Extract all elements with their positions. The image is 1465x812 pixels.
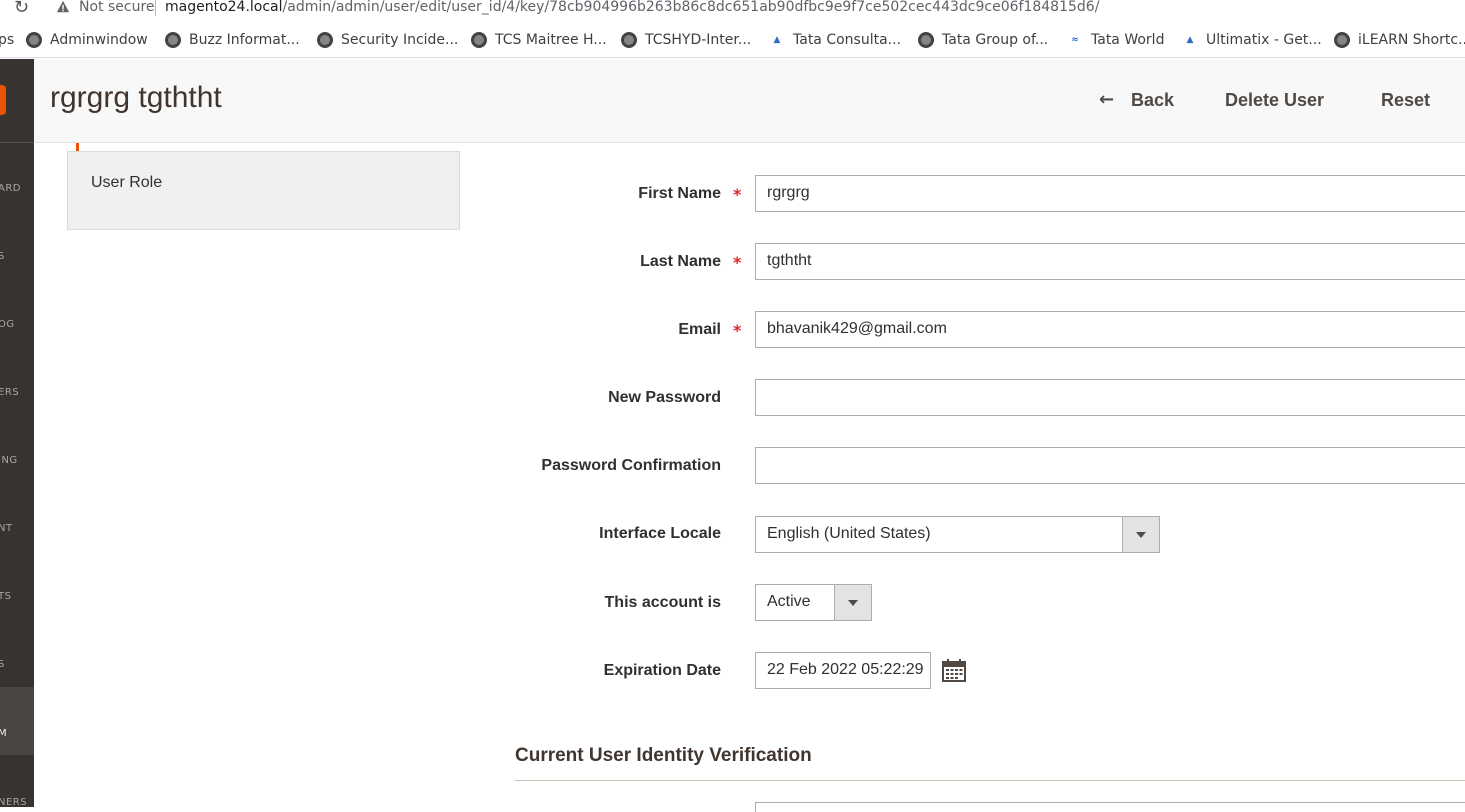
globe-icon [165,32,181,48]
url-host: magento24.local [165,0,283,15]
bookmark-ultimatix[interactable]: ▲ Ultimatix - Get... [1182,30,1322,50]
password-confirmation-label: Password Confirmation [541,457,721,474]
sidebar-item-system[interactable]: M [0,687,34,755]
bookmark-label: Security Incide... [341,32,459,48]
url-path: /admin/admin/user/edit/user_id/4/key/78c… [282,0,1100,15]
reload-icon[interactable]: ↻ [14,0,29,18]
reset-button[interactable]: Reset [1381,90,1430,111]
bookmark-adminwindow[interactable]: Adminwindow [26,30,148,50]
account-status-label: This account is [604,594,721,611]
tata-icon: ▲ [773,35,781,45]
password-confirmation-input[interactable] [755,447,1465,484]
tata-world-icon: ≈ [1071,35,1079,45]
bookmark-label: Ultimatix - Get... [1206,32,1322,48]
chevron-down-icon[interactable] [834,585,871,620]
your-password-input[interactable] [755,802,1465,812]
bookmark-ilearn[interactable]: iLEARN Shortc... [1334,30,1465,50]
last-name-input[interactable]: tgththt [755,243,1465,280]
first-name-label: First Name [638,185,721,202]
section-divider [515,780,1465,781]
globe-icon [621,32,637,48]
sidebar-item-partners[interactable]: NERS [0,797,34,807]
admin-sidebar: ARD S OG ERS ING NT TS S M NERS [0,59,34,807]
magento-logo-icon[interactable] [0,85,6,115]
sidebar-item-stores[interactable]: S [0,659,34,670]
back-button[interactable]: Back [1131,90,1174,111]
bookmark-buzz[interactable]: Buzz Informat... [165,30,300,50]
new-password-label: New Password [608,389,721,406]
required-mark: * [733,321,742,340]
bookmark-tata-world[interactable]: ≈ Tata World [1067,30,1164,50]
bookmark-label: Buzz Informat... [189,32,300,48]
required-mark: * [733,185,742,204]
interface-locale-select[interactable]: English (United States) [755,516,1160,553]
bookmark-tata-group[interactable]: Tata Group of... [918,30,1048,50]
bookmark-label: TCSHYD-Inter... [645,32,752,48]
bookmark-tcshyd[interactable]: TCSHYD-Inter... [621,30,751,50]
sidebar-item-marketing[interactable]: ING [0,455,34,466]
expiration-date-label: Expiration Date [603,662,721,679]
globe-icon [317,32,333,48]
interface-locale-value: English (United States) [767,525,931,542]
tab-user-role[interactable]: User Role [67,151,460,230]
sidebar-divider [0,142,34,143]
interface-locale-label: Interface Locale [599,525,721,542]
required-mark: * [733,253,742,272]
last-name-label: Last Name [640,253,721,270]
tab-user-role-label: User Role [91,174,163,191]
sidebar-item-dashboard[interactable]: ARD [0,183,34,194]
bookmark-label: iLEARN Shortc... [1358,32,1465,48]
arrow-left-icon[interactable]: ← [1099,89,1114,110]
globe-icon [918,32,934,48]
chevron-down-icon[interactable] [1122,517,1159,552]
page-title: rgrgrg tgththt [50,81,222,114]
new-password-input[interactable] [755,379,1465,416]
page-header: rgrgrg tgththt ← Back Delete User Reset [34,59,1465,143]
bookmark-tata-consultancy[interactable]: ▲ Tata Consulta... [769,30,902,50]
calendar-icon[interactable] [942,658,966,682]
email-label: Email [678,321,721,338]
section-title-identity-verification: Current User Identity Verification [515,745,812,766]
browser-address-bar: ↻ Not secure magento24.local/admin/admin… [0,0,1465,22]
sidebar-item-reports[interactable]: TS [0,591,34,602]
first-name-input[interactable]: rgrgrg [755,175,1465,212]
bookmark-label: Tata Consulta... [793,32,902,48]
bookmark-label: Adminwindow [50,32,148,48]
sidebar-item-catalog[interactable]: OG [0,319,34,330]
bookmark-label: Tata Group of... [942,32,1049,48]
expiration-date-input[interactable]: 22 Feb 2022 05:22:29 [755,652,931,689]
sidebar-item-customers[interactable]: ERS [0,387,34,398]
url-field[interactable]: magento24.local/admin/admin/user/edit/us… [165,0,1099,15]
account-status-value: Active [767,593,811,610]
bookmarks-bar: ps Adminwindow Buzz Informat... Security… [0,22,1465,58]
delete-user-button[interactable]: Delete User [1225,90,1324,111]
bookmark-label: Tata World [1091,32,1165,48]
sidebar-item-content[interactable]: NT [0,523,34,534]
address-separator [155,0,156,16]
bookmark-tcs-maitree[interactable]: TCS Maitree H... [471,30,607,50]
globe-icon [26,32,42,48]
globe-icon [1334,32,1350,48]
bookmark-security-incident[interactable]: Security Incide... [317,30,458,50]
bookmark-label: TCS Maitree H... [495,32,607,48]
warning-icon[interactable] [56,0,70,14]
email-input[interactable]: bhavanik429@gmail.com [755,311,1465,348]
bookmark-apps[interactable]: ps [0,30,14,50]
not-secure-label[interactable]: Not secure [79,0,155,15]
globe-icon [471,32,487,48]
bookmark-label: ps [0,32,15,48]
sidebar-item-sales[interactable]: S [0,251,34,262]
tata-icon: ▲ [1186,35,1194,45]
account-status-select[interactable]: Active [755,584,872,621]
